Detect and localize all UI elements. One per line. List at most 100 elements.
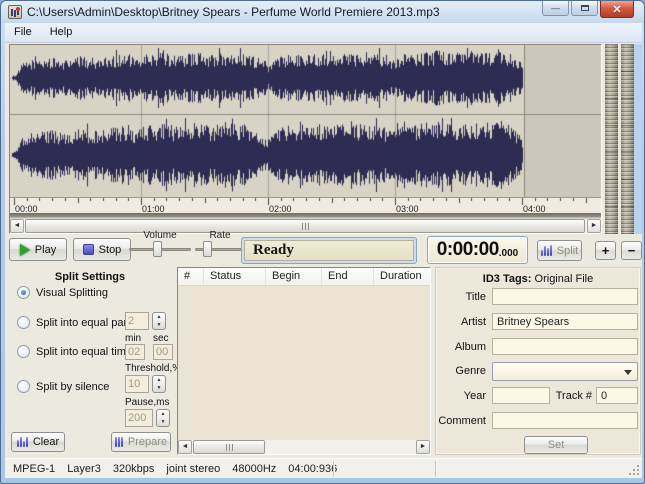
table-header: #StatusBeginEndDurationFilename xyxy=(178,268,430,286)
comment-field[interactable] xyxy=(492,412,638,429)
waveform-panel: 00:0001:0002:0003:0004:00 ◄ ► xyxy=(9,44,602,234)
status-display: Ready xyxy=(241,237,417,264)
scroll-left-icon[interactable]: ◄ xyxy=(178,440,192,454)
column-header-begin[interactable]: Begin xyxy=(266,268,322,285)
split-settings-title: Split Settings xyxy=(7,271,173,283)
threshold-input[interactable] xyxy=(125,375,149,393)
minimize-button[interactable]: — xyxy=(542,1,569,16)
close-button[interactable]: ✕ xyxy=(600,1,634,18)
title-bar[interactable]: C:\Users\Admin\Desktop\Britney Spears - … xyxy=(1,1,644,23)
spin-down-icon[interactable]: ▼ xyxy=(153,384,165,392)
zoom-out-button[interactable]: − xyxy=(621,241,642,260)
option-split-by-silence[interactable]: Split by silence xyxy=(17,380,109,393)
resize-grip-icon[interactable] xyxy=(629,465,639,475)
clear-icon xyxy=(17,437,28,447)
equal-parts-input[interactable] xyxy=(125,312,149,330)
year-field[interactable] xyxy=(492,387,550,404)
spin-up-icon[interactable]: ▲ xyxy=(157,410,169,418)
app-window: C:\Users\Admin\Desktop\Britney Spears - … xyxy=(0,0,645,484)
set-button[interactable]: Set xyxy=(524,436,588,454)
status-item: Layer3 xyxy=(67,463,101,475)
pause-label: Pause,ms xyxy=(125,397,169,408)
stop-button[interactable]: Stop xyxy=(73,238,131,261)
scrollbar-thumb[interactable] xyxy=(25,219,585,233)
artist-field[interactable] xyxy=(492,313,638,330)
min-label: min xyxy=(125,333,141,344)
split-button[interactable]: Split xyxy=(537,240,582,261)
column-header-duration[interactable]: Duration xyxy=(374,268,430,285)
seconds-input[interactable] xyxy=(153,344,173,360)
spin-down-icon[interactable]: ▼ xyxy=(157,418,169,426)
maximize-button[interactable] xyxy=(571,1,598,16)
spin-down-icon[interactable]: ▼ xyxy=(153,321,165,329)
artist-label: Artist xyxy=(436,316,486,328)
time-display: 0:00:00.000 xyxy=(427,236,528,264)
radio-split-by-silence[interactable] xyxy=(17,380,30,393)
track-field[interactable] xyxy=(596,387,638,404)
clear-button[interactable]: Clear xyxy=(11,432,65,452)
option-equal-parts[interactable]: Split into equal parts xyxy=(17,316,136,329)
threshold-label: Threshold,% xyxy=(125,363,181,374)
volume-slider-thumb[interactable] xyxy=(153,241,162,257)
volume-label: Volume xyxy=(129,230,191,241)
scroll-right-icon[interactable]: ► xyxy=(416,440,430,454)
column-header-num[interactable]: # xyxy=(178,268,204,285)
sec-label: sec xyxy=(153,333,169,344)
title-field[interactable] xyxy=(492,288,638,305)
option-equal-time[interactable]: Split into equal time xyxy=(17,345,132,358)
pause-input[interactable] xyxy=(125,409,153,427)
rate-slider-thumb[interactable] xyxy=(203,241,212,257)
thumb-grip xyxy=(229,444,230,451)
album-field[interactable] xyxy=(492,338,638,355)
minutes-input[interactable] xyxy=(125,344,145,360)
maximize-icon xyxy=(581,5,589,11)
stop-icon xyxy=(83,244,94,255)
radio-visual-splitting[interactable] xyxy=(17,286,30,299)
id3-header-value: Original File xyxy=(535,273,594,285)
column-header-end[interactable]: End xyxy=(322,268,374,285)
table-body[interactable] xyxy=(178,286,430,440)
id3-header-label: ID3 Tags: xyxy=(483,273,532,285)
menu-file[interactable]: File xyxy=(5,23,41,42)
year-label: Year xyxy=(436,390,486,402)
pause-spinner[interactable]: ▲▼ xyxy=(156,409,170,427)
ruler-ticks xyxy=(10,198,601,205)
waveform-display[interactable] xyxy=(10,45,601,197)
time-ruler[interactable]: 00:0001:0002:0003:0004:00 xyxy=(10,197,601,213)
time-main: 0:00:00 xyxy=(437,239,499,261)
scroll-left-icon[interactable]: ◄ xyxy=(10,219,24,233)
zoom-in-button[interactable]: + xyxy=(595,241,616,260)
genre-label: Genre xyxy=(436,365,486,377)
menu-help[interactable]: Help xyxy=(41,23,82,42)
prepare-button[interactable]: Prepare xyxy=(111,432,171,452)
play-button[interactable]: Play xyxy=(9,238,67,261)
split-marker-strip[interactable] xyxy=(10,213,601,218)
column-header-status[interactable]: Status xyxy=(204,268,266,285)
spin-up-icon[interactable]: ▲ xyxy=(153,313,165,321)
radio-equal-time[interactable] xyxy=(17,345,30,358)
genre-combobox[interactable] xyxy=(492,362,638,381)
waveform-scrollbar[interactable]: ◄ ► xyxy=(10,219,601,233)
radio-equal-parts[interactable] xyxy=(17,316,30,329)
level-meter-left xyxy=(605,44,618,234)
id3-header: ID3 Tags: Original File xyxy=(436,273,640,285)
status-item: MPEG-1 xyxy=(13,463,55,475)
table-scrollbar[interactable]: ◄ ► xyxy=(178,440,430,454)
chevron-down-icon[interactable] xyxy=(624,370,632,375)
threshold-spinner[interactable]: ▲▼ xyxy=(152,375,166,393)
rate-label: Rate xyxy=(195,230,245,241)
comment-label: Comment xyxy=(436,415,486,427)
equal-parts-spinner[interactable]: ▲▼ xyxy=(152,312,166,330)
status-item: 04:00:936 xyxy=(288,463,337,475)
option-visual-splitting[interactable]: Visual Splitting xyxy=(17,286,108,299)
thumb-grip xyxy=(305,223,306,230)
spin-up-icon[interactable]: ▲ xyxy=(153,376,165,384)
app-icon xyxy=(8,5,22,19)
track-label: Track # xyxy=(548,390,592,402)
level-meters xyxy=(605,44,634,234)
scroll-right-icon[interactable]: ► xyxy=(587,219,601,233)
play-icon xyxy=(20,244,30,256)
status-bar: MPEG-1Layer3320kbpsjoint stereo48000Hz04… xyxy=(5,458,642,478)
scrollbar-thumb[interactable] xyxy=(193,440,265,454)
menu-bar: File Help xyxy=(5,23,642,43)
